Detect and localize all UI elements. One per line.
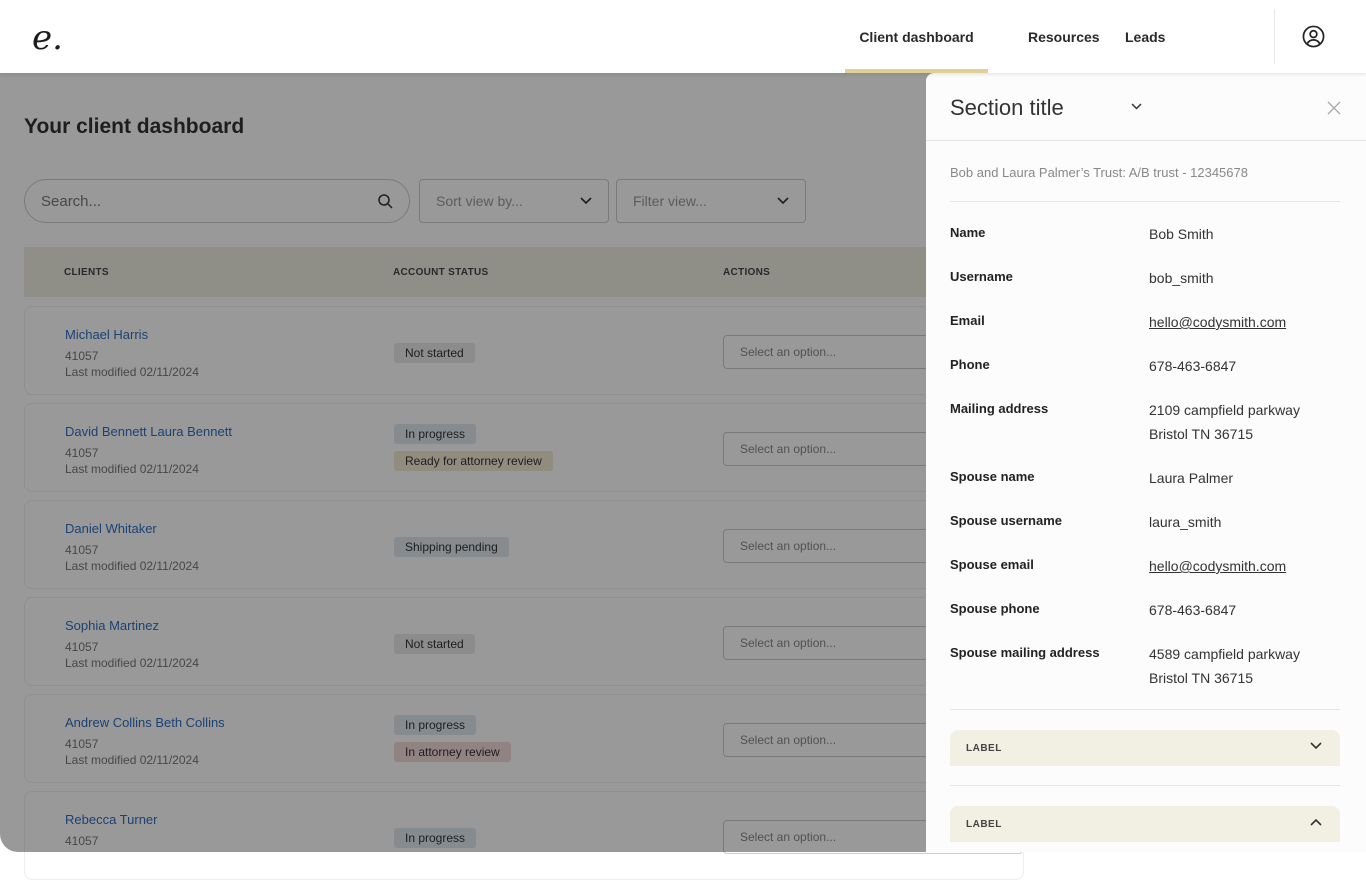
field-value: laura_smith — [1149, 510, 1221, 534]
field-value: hello@codysmith.com — [1149, 310, 1286, 334]
accordion-title: LABEL — [966, 743, 1002, 754]
client-detail-panel: Section title Bob and Laura Palmer’s Tru… — [926, 73, 1366, 852]
field-label: Email — [950, 313, 985, 328]
field-value-line: 4589 campfield parkway — [1149, 646, 1300, 662]
accordion-label-1[interactable]: LABEL — [950, 730, 1340, 766]
field-label: Spouse name — [950, 469, 1035, 484]
nav-resources[interactable]: Resources — [1028, 0, 1100, 73]
chevron-up-icon — [1310, 818, 1322, 826]
email-link[interactable]: hello@codysmith.com — [1149, 310, 1286, 334]
field-value: bob_smith — [1149, 266, 1214, 290]
divider — [950, 785, 1340, 786]
field-value-line: 678-463-6847 — [1149, 602, 1237, 618]
logo[interactable]: e. — [32, 18, 63, 58]
field-label: Spouse phone — [950, 601, 1040, 616]
field-label: Mailing address — [950, 401, 1049, 416]
email-link[interactable]: hello@codysmith.com — [1149, 554, 1286, 578]
user-account-icon[interactable] — [1302, 25, 1325, 48]
panel-title: Section title — [950, 95, 1064, 120]
divider — [1274, 9, 1275, 64]
field-value-line: Bristol TN 36715 — [1149, 670, 1254, 686]
field-value-line: bob_smith — [1149, 270, 1214, 286]
close-icon[interactable] — [1327, 101, 1341, 115]
field-value: 2109 campfield parkway Bristol TN 36715 — [1149, 398, 1300, 446]
divider — [926, 140, 1366, 141]
field-label: Name — [950, 225, 986, 240]
field-value: 4589 campfield parkway Bristol TN 36715 — [1149, 642, 1300, 690]
field-label: Spouse email — [950, 557, 1034, 572]
accordion-title: LABEL — [966, 819, 1002, 830]
field-value-line: Bristol TN 36715 — [1149, 426, 1254, 442]
field-value: hello@codysmith.com — [1149, 554, 1286, 578]
field-label: Spouse username — [950, 513, 1062, 528]
nav-leads[interactable]: Leads — [1125, 0, 1165, 73]
nav-client-dashboard[interactable]: Client dashboard — [845, 0, 988, 73]
field-value-line: 2109 campfield parkway — [1149, 402, 1300, 418]
chevron-down-icon[interactable] — [1131, 103, 1142, 110]
field-label: Username — [950, 269, 1013, 284]
field-value: Bob Smith — [1149, 222, 1214, 246]
accordion-label-2[interactable]: LABEL — [950, 806, 1340, 842]
divider — [950, 201, 1340, 202]
field-value-line: Laura Palmer — [1149, 470, 1234, 486]
field-label: Phone — [950, 357, 990, 372]
divider — [950, 709, 1340, 710]
top-nav: e. Client dashboard Resources Leads — [0, 0, 1366, 73]
field-value: Laura Palmer — [1149, 466, 1233, 490]
field-value-line: Bob Smith — [1149, 226, 1214, 242]
trust-subtitle: Bob and Laura Palmer’s Trust: A/B trust … — [950, 165, 1248, 180]
field-value-line: 678-463-6847 — [1149, 358, 1237, 374]
field-label: Spouse mailing address — [950, 645, 1100, 660]
field-value-line: laura_smith — [1149, 514, 1222, 530]
field-value: 678-463-6847 — [1149, 354, 1236, 378]
field-value: 678-463-6847 — [1149, 598, 1236, 622]
chevron-down-icon — [1310, 742, 1322, 750]
